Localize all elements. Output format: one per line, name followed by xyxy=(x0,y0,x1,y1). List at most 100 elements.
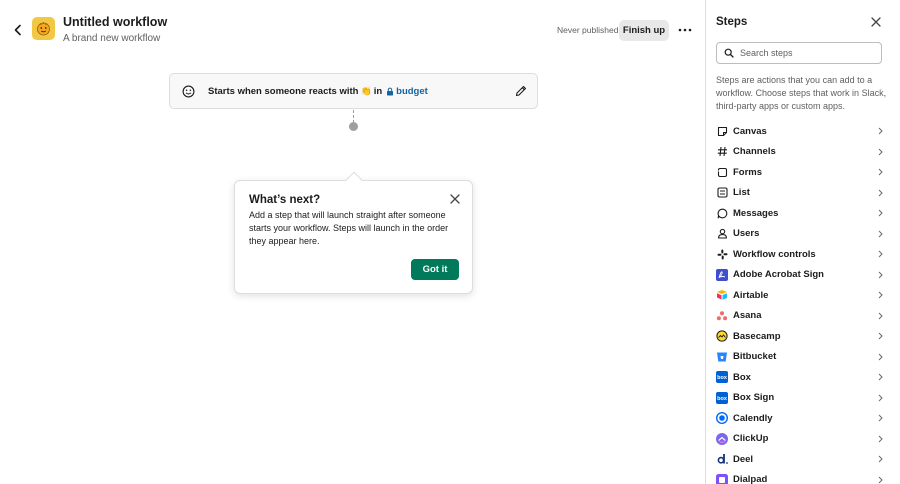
step-item-clickup[interactable]: ClickUp xyxy=(716,429,884,450)
step-item-dialpad[interactable]: Dialpad xyxy=(716,470,884,484)
step-item-box[interactable]: box Box xyxy=(716,367,884,388)
chevron-right-icon xyxy=(878,332,883,340)
step-item-label: Calendly xyxy=(733,412,773,424)
chevron-right-icon xyxy=(878,230,883,237)
trigger-description: Starts when someone reacts with 👏 in bud… xyxy=(208,86,428,97)
more-options-button[interactable] xyxy=(676,21,694,39)
step-item-asana[interactable]: Asana xyxy=(716,306,884,327)
message-icon xyxy=(716,207,728,219)
basecamp-icon xyxy=(716,330,728,342)
chevron-right-icon xyxy=(878,250,883,258)
popover-title: What’s next? xyxy=(249,194,321,206)
workflow-emoji-icon xyxy=(37,22,50,36)
dialpad-icon xyxy=(716,473,728,484)
clickup-icon xyxy=(716,432,728,445)
airtable-icon xyxy=(716,289,728,301)
box-icon: box xyxy=(716,371,728,384)
step-item-workflow-controls[interactable]: Workflow controls xyxy=(716,244,884,265)
user-icon xyxy=(716,228,728,240)
chevron-right-icon xyxy=(878,168,883,176)
more-horizontal-icon xyxy=(678,28,692,32)
step-item-label: Box xyxy=(733,371,751,383)
step-item-bitbucket[interactable]: Bitbucket xyxy=(716,347,884,368)
step-item-label: Users xyxy=(733,228,760,240)
workflow-title[interactable]: Untitled workflow xyxy=(63,15,167,29)
chevron-right-icon xyxy=(878,353,883,360)
svg-text:box: box xyxy=(717,375,728,381)
publish-status: Never published xyxy=(557,25,619,35)
chevron-right-icon xyxy=(878,394,883,401)
trigger-in-word: in xyxy=(373,86,383,97)
adobe-sign-icon xyxy=(716,268,728,281)
chevron-right-icon xyxy=(878,127,883,135)
step-item-deel[interactable]: Deel xyxy=(716,449,884,470)
clap-emoji: 👏 xyxy=(360,86,372,96)
svg-text:box: box xyxy=(717,396,728,402)
slack-icon xyxy=(716,248,728,260)
chevron-right-icon xyxy=(878,271,883,278)
chevron-right-icon xyxy=(878,476,883,483)
chevron-right-icon xyxy=(878,148,883,155)
chevron-right-icon xyxy=(878,414,883,422)
got-it-button[interactable]: Got it xyxy=(411,259,459,280)
form-icon xyxy=(716,166,728,178)
channel-link[interactable]: budget xyxy=(386,86,428,97)
workflow-avatar[interactable] xyxy=(32,17,55,40)
trigger-prefix: Starts when someone reacts with xyxy=(208,86,359,97)
step-item-label: Basecamp xyxy=(733,330,781,342)
lock-icon xyxy=(387,87,394,96)
close-icon[interactable] xyxy=(449,193,461,205)
step-item-label: List xyxy=(733,187,750,199)
step-item-label: Messages xyxy=(733,207,779,219)
search-steps-input[interactable] xyxy=(740,48,880,58)
popover-body: Add a step that will launch straight aft… xyxy=(249,210,449,246)
trigger-step-card[interactable]: Starts when someone reacts with 👏 in bud… xyxy=(169,73,538,109)
step-item-label: Airtable xyxy=(733,289,769,301)
chevron-right-icon xyxy=(878,455,883,463)
canvas-icon xyxy=(716,125,728,137)
chevron-right-icon xyxy=(878,209,883,217)
step-item-label: Workflow controls xyxy=(733,248,816,260)
emoji-reaction-icon xyxy=(182,85,195,98)
close-panel-icon[interactable] xyxy=(870,16,882,28)
popover-arrow xyxy=(345,171,363,189)
step-item-label: Asana xyxy=(733,310,762,322)
channel-name: budget xyxy=(396,86,428,97)
calendly-icon xyxy=(716,412,728,425)
step-item-label: Canvas xyxy=(733,125,767,137)
step-item-label: ClickUp xyxy=(733,433,769,445)
step-item-box-sign[interactable]: box Box Sign xyxy=(716,388,884,409)
step-item-label: Channels xyxy=(733,146,776,158)
chevron-left-icon xyxy=(14,24,21,36)
steps-list: Canvas Channels Forms List Messages User… xyxy=(716,121,884,484)
step-item-basecamp[interactable]: Basecamp xyxy=(716,326,884,347)
box-sign-icon: box xyxy=(716,391,728,404)
back-button[interactable] xyxy=(9,21,27,39)
panel-description: Steps are actions that you can add to a … xyxy=(716,75,887,111)
search-icon xyxy=(724,48,734,58)
step-item-messages[interactable]: Messages xyxy=(716,203,884,224)
panel-title: Steps xyxy=(716,16,748,28)
step-item-calendly[interactable]: Calendly xyxy=(716,408,884,429)
step-item-users[interactable]: Users xyxy=(716,224,884,245)
step-item-label: Forms xyxy=(733,166,763,178)
search-steps-box[interactable] xyxy=(716,42,882,64)
chevron-right-icon xyxy=(878,435,883,442)
edit-pencil-icon[interactable] xyxy=(514,84,528,98)
workflow-canvas: Untitled workflow A brand new workflow N… xyxy=(0,0,705,484)
chevron-right-icon xyxy=(878,189,883,196)
step-item-channels[interactable]: Channels xyxy=(716,142,884,163)
step-item-airtable[interactable]: Airtable xyxy=(716,285,884,306)
step-item-label: Dialpad xyxy=(733,474,768,484)
step-item-forms[interactable]: Forms xyxy=(716,162,884,183)
deel-icon xyxy=(716,453,728,465)
list-icon xyxy=(716,187,728,199)
step-item-list[interactable]: List xyxy=(716,183,884,204)
step-item-label: Adobe Acrobat Sign xyxy=(733,269,824,281)
chevron-right-icon xyxy=(878,373,883,381)
finish-up-button[interactable]: Finish up xyxy=(619,20,669,41)
step-item-adobe-acrobat-sign[interactable]: Adobe Acrobat Sign xyxy=(716,265,884,286)
step-item-canvas[interactable]: Canvas xyxy=(716,121,884,142)
step-item-label: Bitbucket xyxy=(733,351,777,363)
add-step-dot[interactable] xyxy=(349,122,358,131)
